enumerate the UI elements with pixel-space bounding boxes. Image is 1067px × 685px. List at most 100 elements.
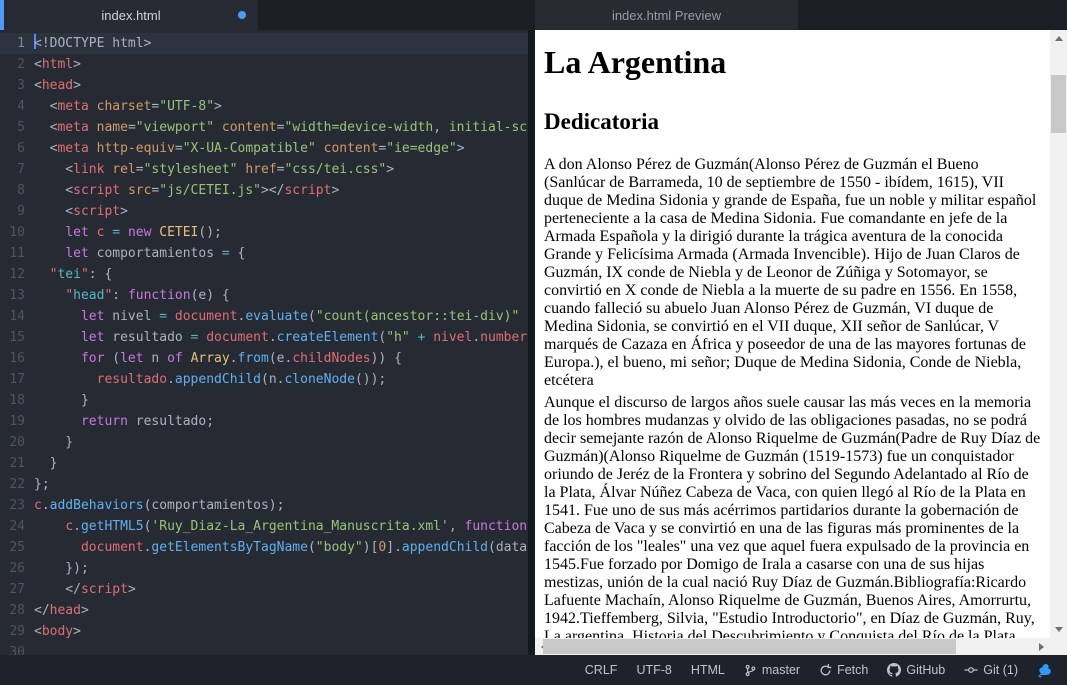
line-number: 12 <box>0 264 34 285</box>
preview-content: La Argentina Dedicatoria A don Alonso Pé… <box>535 30 1050 638</box>
tab-bar: index.html index.html Preview <box>0 0 1067 30</box>
code-text: let comportamientos = { <box>34 243 245 264</box>
code-line[interactable]: 11 let comportamientos = { <box>0 243 528 264</box>
code-line[interactable]: 30 <box>0 642 528 655</box>
code-line[interactable]: 26 }); <box>0 558 528 579</box>
tab-title: index.html Preview <box>612 8 721 23</box>
tab-index-html-preview[interactable]: index.html Preview <box>535 0 798 30</box>
code-text: <meta name="viewport" content="width=dev… <box>34 117 527 138</box>
code-line[interactable]: 13 "head": function(e) { <box>0 285 528 306</box>
code-line[interactable]: 3<head> <box>0 75 528 96</box>
code-line[interactable]: 8 <script src="js/CETEI.js"></script> <box>0 180 528 201</box>
text-line: Europa.), el bueno, mi señor; Duque de M… <box>544 354 1046 372</box>
text-line: Guzmán)(Alonso Riquelme de Guzmán (1519-… <box>544 448 1046 466</box>
code-line[interactable]: 4 <meta charset="UTF-8"> <box>0 96 528 117</box>
code-line[interactable]: 22}; <box>0 474 528 495</box>
preview-horizontal-scrollbar[interactable] <box>535 638 1050 655</box>
code-text: <html> <box>34 54 81 75</box>
code-text: <head> <box>34 75 81 96</box>
code-line[interactable]: 28</head> <box>0 600 528 621</box>
code-text: c.getHTML5('Ruy_Diaz-La_Argentina_Manusc… <box>34 516 527 537</box>
code-lines: 1<!DOCTYPE html>2<html>3<head>4 <meta ch… <box>0 33 528 655</box>
text-line: marqués de Cazaza en África y poseedor d… <box>544 336 1046 354</box>
tab-index-html[interactable]: index.html <box>0 0 258 30</box>
code-line[interactable]: 14 let nivel = document.evaluate("count(… <box>0 306 528 327</box>
status-item-github[interactable]: GitHub <box>887 663 945 677</box>
code-text: } <box>34 432 73 453</box>
code-text: let resultado = document.createElement("… <box>34 327 527 348</box>
code-line[interactable]: 27 </script> <box>0 579 528 600</box>
preview-heading: Dedicatoria <box>544 108 1046 135</box>
code-line[interactable]: 21 } <box>0 453 528 474</box>
line-number: 21 <box>0 453 34 474</box>
code-text: </script> <box>34 579 136 600</box>
text-line: la Plata, Álvar Núñez Cabeza de Vaca, co… <box>544 484 1046 502</box>
live-preview-pane: La Argentina Dedicatoria A don Alonso Pé… <box>535 30 1067 655</box>
text-line: facción de los "leales" una vez que aque… <box>544 538 1046 556</box>
status-label: UTF-8 <box>636 663 671 677</box>
status-item-squirrel[interactable] <box>1037 662 1053 678</box>
status-item-master[interactable]: master <box>744 663 800 677</box>
code-line[interactable]: 20 } <box>0 432 528 453</box>
code-editor[interactable]: 1<!DOCTYPE html>2<html>3<head>4 <meta ch… <box>0 30 528 655</box>
status-item-crlf[interactable]: CRLF <box>585 663 618 677</box>
vertical-scroll-thumb[interactable] <box>1051 75 1066 133</box>
text-line: Armada Española y la dirigió durante la … <box>544 228 1046 246</box>
line-number: 18 <box>0 390 34 411</box>
code-line[interactable]: 6 <meta http-equiv="X-UA-Compatible" con… <box>0 138 528 159</box>
code-line[interactable]: 10 let c = new CETEI(); <box>0 222 528 243</box>
status-item-fetch[interactable]: Fetch <box>819 663 868 677</box>
line-number: 23 <box>0 495 34 516</box>
code-line[interactable]: 17 resultado.appendChild(n.cloneNode()); <box>0 369 528 390</box>
code-line[interactable]: 7 <link rel="stylesheet" href="css/tei.c… <box>0 159 528 180</box>
code-text: <script src="js/CETEI.js"></script> <box>34 180 339 201</box>
text-line: etcétera <box>544 372 1046 390</box>
text-line: A don Alonso Pérez de Guzmán(Alonso Pére… <box>544 156 1046 174</box>
preview-title: La Argentina <box>544 44 1046 80</box>
text-line: oriundo de Jeréz de la Frontera y sobrin… <box>544 466 1046 484</box>
status-item-html[interactable]: HTML <box>691 663 725 677</box>
scroll-up-button[interactable] <box>1050 30 1067 47</box>
code-line[interactable]: 9 <script> <box>0 201 528 222</box>
code-line[interactable]: 2<html> <box>0 54 528 75</box>
line-number: 28 <box>0 600 34 621</box>
code-line[interactable]: 12 "tei": { <box>0 264 528 285</box>
code-line[interactable]: 23c.addBehaviors(comportamientos); <box>0 495 528 516</box>
line-number: 7 <box>0 159 34 180</box>
code-text: } <box>34 390 89 411</box>
pane-divider[interactable] <box>528 30 535 655</box>
status-label: HTML <box>691 663 725 677</box>
status-item-utf-8[interactable]: UTF-8 <box>636 663 671 677</box>
code-line[interactable]: 18 } <box>0 390 528 411</box>
code-line[interactable]: 29<body> <box>0 621 528 642</box>
line-number: 3 <box>0 75 34 96</box>
preview-vertical-scrollbar[interactable] <box>1050 30 1067 638</box>
code-line[interactable]: 16 for (let n of Array.from(e.childNodes… <box>0 348 528 369</box>
line-number: 13 <box>0 285 34 306</box>
scroll-right-button[interactable] <box>1033 638 1050 655</box>
text-line: perteneciente a la casa de Medina Sidoni… <box>544 210 1046 228</box>
code-line[interactable]: 15 let resultado = document.createElemen… <box>0 327 528 348</box>
status-item-git-1[interactable]: Git (1) <box>964 663 1018 677</box>
tab-title: index.html <box>101 8 160 23</box>
horizontal-scroll-thumb[interactable] <box>543 639 956 654</box>
fetch-icon <box>819 664 832 677</box>
code-line[interactable]: 24 c.getHTML5('Ruy_Diaz-La_Argentina_Man… <box>0 516 528 537</box>
line-number: 8 <box>0 180 34 201</box>
line-number: 2 <box>0 54 34 75</box>
code-line[interactable]: 1<!DOCTYPE html> <box>0 33 528 54</box>
line-number: 19 <box>0 411 34 432</box>
text-line: Aunque el discurso de largos años suele … <box>544 394 1046 412</box>
scrollbar-corner <box>1050 638 1067 655</box>
status-label: Fetch <box>837 663 868 677</box>
status-bar: CRLF UTF-8 HTML master Fetch GitHub Git (1) <box>0 655 1067 685</box>
code-line[interactable]: 19 return resultado; <box>0 411 528 432</box>
text-line: cuando falleció su abuelo Juan Alonso Pé… <box>544 300 1046 318</box>
line-number: 20 <box>0 432 34 453</box>
code-line[interactable]: 25 document.getElementsByTagName("body")… <box>0 537 528 558</box>
code-line[interactable]: 5 <meta name="viewport" content="width=d… <box>0 117 528 138</box>
scroll-down-button[interactable] <box>1050 621 1067 638</box>
squirrel-icon <box>1037 662 1053 678</box>
code-text: </head> <box>34 600 89 621</box>
line-number: 5 <box>0 117 34 138</box>
